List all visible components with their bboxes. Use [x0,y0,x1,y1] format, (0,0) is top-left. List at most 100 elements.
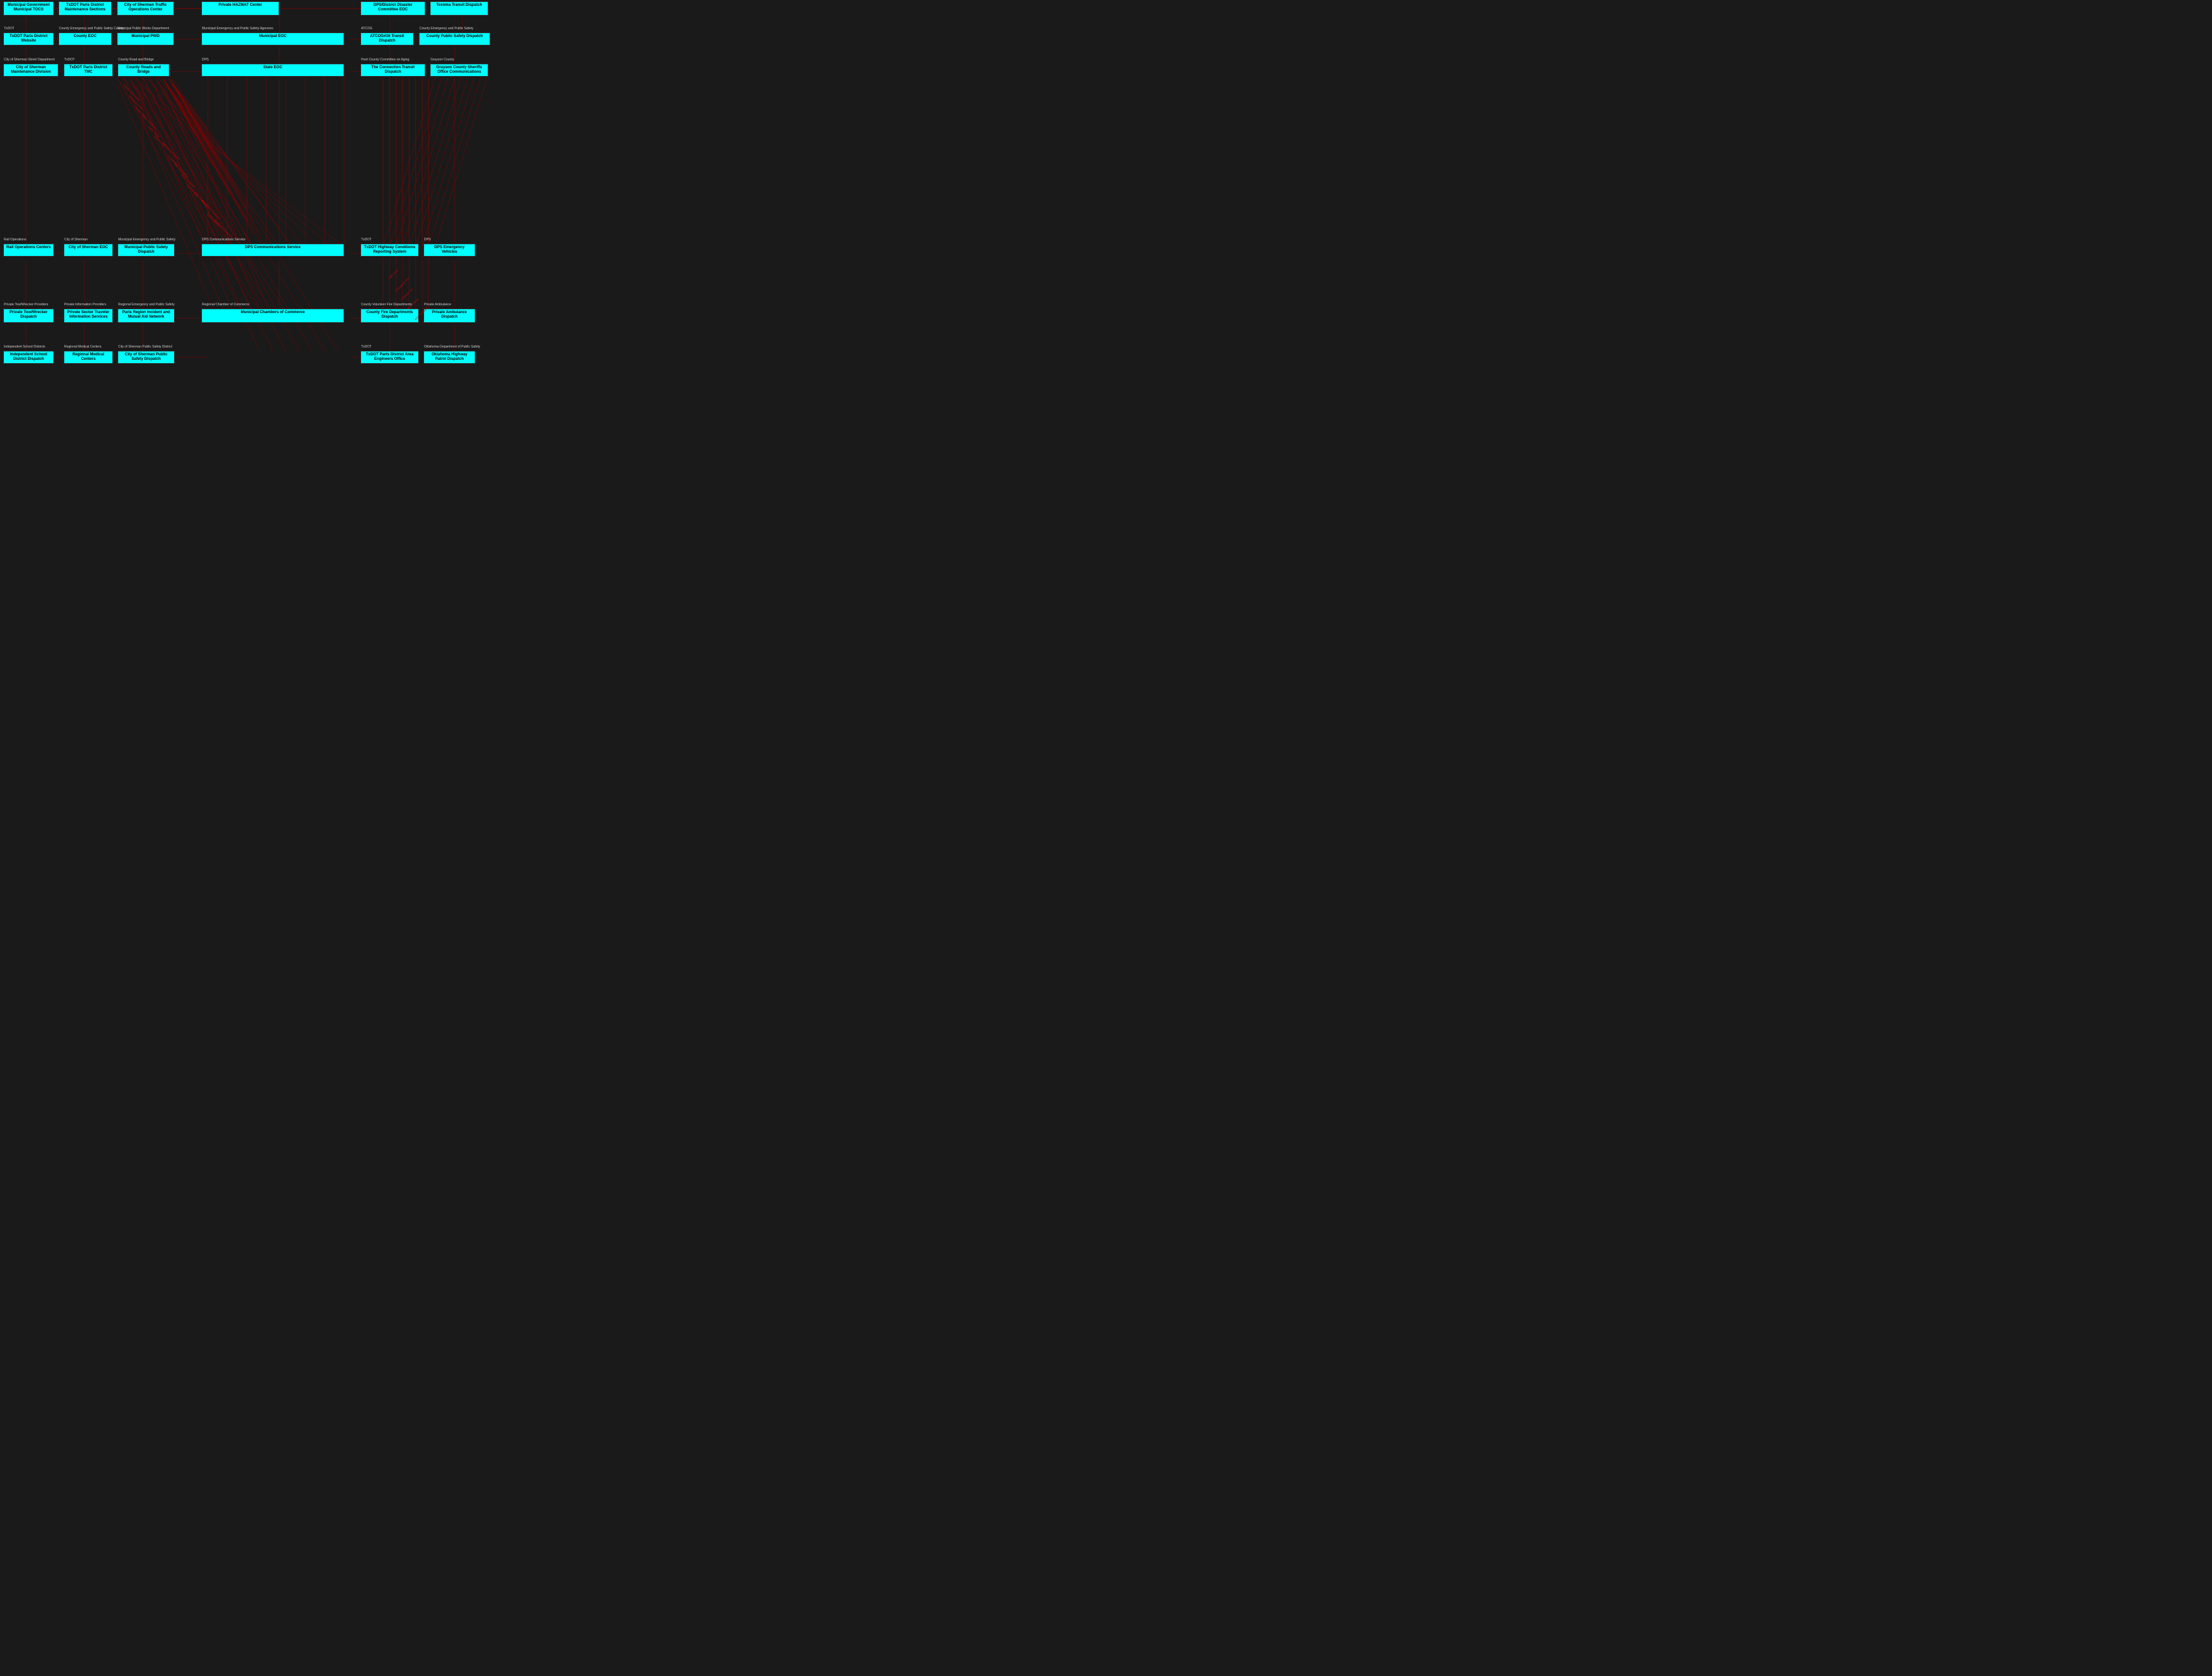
grayson-sheriff-node: Grayson County Grayson County Sheriffs O… [430,64,488,77]
private-tow-label: Private Tow/Wrecker Dispatch [6,311,51,320]
city-sherman-street-cat2: City of Sherman Street Department [4,58,55,62]
county-vfd-cat: County Volunteer Fire Departments [361,303,412,307]
city-sherman-eoc-node: City of Sherman City of Sherman EOC [64,244,113,257]
txdot-maintenance-label: TxDOT Paris District Maintenance Section… [61,3,109,12]
private-tow-cat: Private Tow/Wrecker Providers [4,303,48,307]
city-sherman-eoc-label: City of Sherman EOC [66,246,110,250]
county-road-bridge-label: County Roads and Bridge [120,66,167,75]
municipal-eoc-label: Municipal EOC [204,34,342,39]
county-ps-cat: County Emergency and Public Safety [420,27,473,31]
county-road-bridge-node: County Road and Bridge County Roads and … [118,64,170,77]
grayson-sheriff-label: Grayson County Sheriffs Office Communica… [433,66,486,75]
city-sherman-maint-node: City of Sherman Street Department City o… [3,64,58,77]
municipal-pwd-label: Municipal PWD [119,34,171,39]
state-eoc-label: State EOC [204,66,342,70]
regional-emergency-cat: Regional Emergency and Public Safety [118,303,175,307]
txdot-tmc-node: TxDOT TxDOT Paris District TMC [64,64,113,77]
private-info-cat: Private Information Providers [64,303,106,307]
state-eoc-node: DPS State EOC [201,64,344,77]
school-cat: Independent School Districts [4,345,45,349]
dps-disaster-node: DPS DPS/District Disaster Committee EOC [360,1,425,16]
county-ps-dispatch-node: County Emergency and Public Safety Count… [419,32,490,45]
texoma-transit-label: Texoma Transit Dispatch [433,3,486,8]
private-ambulance-cat: Private Ambulance [424,303,451,307]
private-tow-node: Private Tow/Wrecker Providers Private To… [3,309,54,323]
private-info-label: Private Sector Traveler Information Serv… [66,311,110,320]
dps-comm-label: DPS Communications Service [204,246,342,250]
txdot-cat3: TxDOT [64,58,75,62]
grayson-cat: Grayson County [431,58,454,62]
dps-emergency-vehicles-node: DPS DPS Emergency Vehicles [423,244,475,257]
atcog-transit-node: ATCOG ATCOG#16 Transit Dispatch [360,32,414,45]
txdot-tmc-label: TxDOT Paris District TMC [66,66,110,75]
txdot-highway-cond-node: TxDOT TxDOT Highway Conditions Reporting… [360,244,419,257]
regional-medical-cat: Regional Medical Centers [64,345,101,349]
rail-operations-label: Rail Operations Centers [6,246,51,250]
county-road-cat: County Road and Bridge [118,58,154,62]
txdot-maintenance-node: TxDOT TxDOT Paris District Maintenance S… [58,1,112,16]
private-ambulance-label: Private Ambulance Dispatch [426,311,473,320]
municipal-tocs-node: Municipal Government Municipal Governmen… [3,1,54,16]
city-sherman-ps-label: City of Sherman Public Safety Dispatch [120,353,172,362]
txdot-highway-cond-label: TxDOT Highway Conditions Reporting Syste… [363,246,416,255]
atcog-cat: ATCOG [361,27,372,31]
txdot-cat5: TxDOT [361,345,371,349]
dps-emergency-vehicles-label: DPS Emergency Vehicles [426,246,473,255]
txdot-website-node: TxDOT TxDOT Paris District Website [3,32,54,45]
dps-disaster-label: DPS/District Disaster Committee EOC [363,3,423,12]
connections-svg [0,0,1106,838]
txdot-cat4: TxDOT [361,238,371,242]
dps-cat2: DPS [202,58,208,62]
municipal-pwd-cat: Municipal Public Works Department [118,27,169,31]
private-hazmat-label: Private HAZMAT Center [204,3,277,8]
county-eoc-label: County EOC [61,34,109,39]
rail-operations-node: Rail Operations Rail Operations Centers [3,244,54,257]
county-eoc-node: County Emergency and Public Safety Count… [58,32,112,45]
municipal-chambers-node: Regional Chamber of Commerce Municipal C… [201,309,344,323]
county-emergency-cat: County Emergency and Public Safety Count… [59,27,124,31]
municipal-ps-dispatch-label: Municipal Public Safety Dispatch [120,246,172,255]
ok-highway-patrol-label: Oklahoma Highway Patrol Dispatch [426,353,473,362]
dps-comm-node: DPS Communications Service DPS Communica… [201,244,344,257]
private-info-node: Private Information Providers Private Se… [64,309,113,323]
municipal-ema-cat: Municipal Emergency and Public Safety Ag… [202,27,273,31]
municipal-tocs-label: Municipal Government Municipal TOCS [6,3,51,12]
connection-label-15: Emergency Response [214,219,234,239]
diagram-container: Municipal Government Municipal Governmen… [0,0,1106,838]
txdot-area-engineers-node: TxDOT TxDOT Parts District Area Engineer… [360,351,419,364]
county-vfd-label: County Fire Departments Dispatch [363,311,416,320]
chamber-cat: Regional Chamber of Commerce [202,303,249,307]
dps-comm-cat: DPS Communications Service [202,238,245,242]
hunt-county-transit-label: The Connection Transit Dispatch [363,66,423,75]
regional-medical-label: Regional Medical Centers [66,353,110,362]
ok-highway-patrol-node: Oklahoma Department of Public Safety Okl… [423,351,475,364]
txdot-area-engineers-label: TxDOT Parts District Area Engineers Offi… [363,353,416,362]
hunt-county-transit-node: Hunt County Committee on Aging The Conne… [360,64,425,77]
ok-dps-cat: Oklahoma Department of Public Safety [424,345,480,349]
county-ps-dispatch-label: County Public Safety Dispatch [421,34,488,39]
txdot-website-label: TxDOT Paris District Website [6,34,51,44]
independent-school-label: Independent School District Dispatch [6,353,51,362]
municipal-pwd-node: Municipal Public Works Department Munici… [117,32,174,45]
rail-cat: Rail Operations [4,238,26,242]
city-sherman-maint-label: City of Sherman Maintenance Division [6,66,56,75]
municipal-ps-dispatch-node: Municipal Emergency and Public Safety Mu… [118,244,175,257]
city-sherman-ps-cat: City of Sherman Public Safety District [118,345,172,349]
city-sherman-toc-label: City of Sherman Traffic Operations Cente… [119,3,171,12]
texoma-transit-node: Texoma Area Paratransit Systems Texoma T… [430,1,488,16]
independent-school-node: Independent School Districts Independent… [3,351,54,364]
county-vfd-node: County Volunteer Fire Departments County… [360,309,419,323]
city-sherman-toc-node: City of Sherman Street Department City o… [117,1,174,16]
connection-label-r3: Dispatch Info [401,287,414,300]
private-hazmat-node: Private HAZMAT Security Provider Private… [201,1,279,16]
private-ambulance-node: Private Ambulance Private Ambulance Disp… [423,309,475,323]
dps-cat3: DPS [424,238,431,242]
hunt-county-cat: Hunt County Committee on Aging [361,58,409,62]
txdot-cat2: TxDOT [4,27,14,31]
regional-mutual-aid-label: Paris Region Incident and Mutual Aid Net… [120,311,172,320]
municipal-ps-cat: Municipal Emergency and Public Safety [118,238,175,242]
atcog-transit-label: ATCOG#16 Transit Dispatch [363,34,411,44]
municipal-eoc-node: Municipal Emergency and Public Safety Ag… [201,32,344,45]
connection-label-r1: Traffic Data [387,269,399,281]
city-sherman-cat2: City of Sherman [64,238,88,242]
